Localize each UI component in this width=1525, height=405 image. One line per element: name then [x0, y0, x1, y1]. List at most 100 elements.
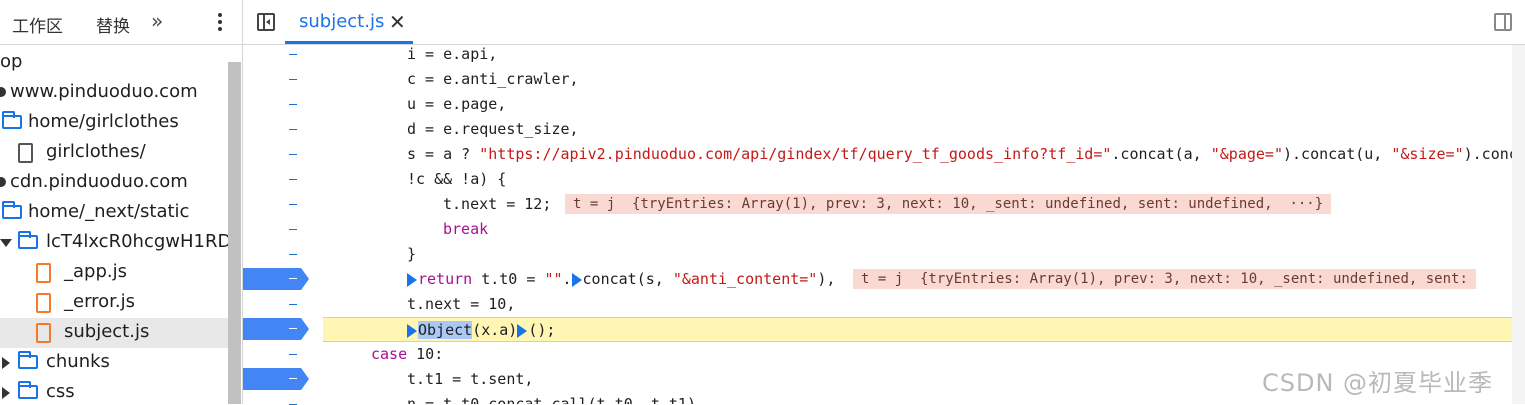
code-line[interactable]: t.next = 12; t = j {tryEntries: Array(1),…	[323, 192, 1512, 217]
inline-breakpoint-icon[interactable]	[407, 272, 417, 287]
code-token: ).conc	[1463, 145, 1512, 163]
tree-item-label: _app.js	[64, 261, 127, 282]
chevron-right-icon[interactable]	[2, 357, 10, 369]
code-editor[interactable]: i = e.api, c = e.anti_crawler,u = e.page,…	[323, 45, 1512, 404]
breakpoint-marker[interactable]	[243, 368, 309, 390]
line-dash-marker[interactable]	[289, 104, 297, 105]
code-text: t.t1 = t.sent,	[407, 370, 533, 388]
navigator-scrollbar[interactable]	[228, 62, 241, 404]
more-tabs-icon[interactable]: »	[151, 9, 163, 33]
code-token: d = e.request_size,	[407, 120, 579, 138]
line-dash-marker[interactable]	[289, 54, 297, 55]
tree-item-folder-collapsed[interactable]: css	[0, 378, 228, 404]
cloud-icon	[0, 87, 6, 97]
code-line[interactable]: t.next = 10,	[323, 292, 1512, 317]
navigator-panel: 工作区 替换 » op www.pinduoduo.com home/girlc…	[0, 0, 243, 404]
code-token: "&size="	[1391, 145, 1464, 163]
line-dash-marker[interactable]	[289, 354, 297, 355]
line-dash-marker[interactable]	[289, 179, 297, 180]
code-token: u = e.page,	[407, 95, 507, 113]
tree-item-folder-open[interactable]: lcT4lxcR0hcgwH1RDz	[0, 228, 228, 258]
code-line[interactable]: s = a ? "https://apiv2.pinduoduo.com/api…	[323, 142, 1512, 167]
code-text: t.next = 10,	[407, 295, 515, 313]
inline-breakpoint-icon[interactable]	[407, 323, 417, 338]
code-token: t.t0 =	[472, 270, 545, 288]
chevron-down-icon[interactable]	[0, 239, 12, 247]
folder-icon	[18, 351, 38, 369]
tree-item-label: css	[46, 381, 75, 402]
tree-item-js-selected[interactable]: subject.js	[0, 318, 228, 348]
code-line[interactable]: u = e.page,	[323, 92, 1512, 117]
folder-icon	[2, 201, 22, 219]
code-line-paused[interactable]: Object(x.a) ();	[323, 317, 1512, 342]
line-dash-marker[interactable]	[289, 254, 297, 255]
js-file-icon	[36, 293, 51, 313]
code-line[interactable]: c = e.anti_crawler,	[323, 67, 1512, 92]
breakpoint-marker[interactable]	[243, 318, 309, 340]
tab-label: subject.js	[299, 11, 385, 32]
file-icon	[18, 143, 33, 163]
line-dash-marker[interactable]	[289, 204, 297, 205]
tree-item-folder[interactable]: home/_next/static	[0, 198, 228, 228]
code-token: concat(s,	[582, 270, 673, 288]
tree-item-folder[interactable]: home/girlclothes	[0, 108, 228, 138]
tab-subject-js[interactable]: subject.js ✕	[285, 0, 413, 44]
inline-breakpoint-icon[interactable]	[517, 323, 528, 338]
tree-item-domain[interactable]: www.pinduoduo.com	[0, 78, 228, 108]
code-token: break	[443, 220, 489, 238]
code-token: c = e.anti_crawler,	[407, 70, 579, 88]
tab-overrides[interactable]: 替换	[96, 12, 130, 37]
code-text: s = a ? "https://apiv2.pinduoduo.com/api…	[407, 145, 1512, 163]
tab-workspace[interactable]: 工作区	[12, 12, 63, 37]
code-text: d = e.request_size,	[407, 120, 579, 138]
code-text: !c && !a) {	[407, 170, 506, 188]
code-token: ""	[544, 270, 563, 288]
code-line[interactable]: return t.t0 = "". concat(s, "&anti_conten…	[323, 267, 1512, 292]
tree-item-js[interactable]: _error.js	[0, 288, 228, 318]
code-line[interactable]: !c && !a) {	[323, 167, 1512, 192]
code-token: "&page="	[1210, 145, 1283, 163]
code-token: "&anti_content="	[672, 270, 818, 288]
inline-value-preview[interactable]: t = j {tryEntries: Array(1), prev: 3, ne…	[853, 269, 1476, 289]
code-token: s = a ?	[407, 145, 480, 163]
code-token: }	[407, 245, 417, 263]
tree-item-label: lcT4lxcR0hcgwH1RDz	[46, 231, 228, 252]
toggle-navigator-icon[interactable]	[257, 13, 275, 31]
inline-breakpoint-icon[interactable]	[571, 272, 582, 287]
chevron-right-icon[interactable]	[2, 387, 10, 399]
code-token: (x.a)	[472, 321, 518, 339]
line-dash-marker[interactable]	[289, 129, 297, 130]
line-dash-marker[interactable]	[289, 229, 297, 230]
line-dash-marker[interactable]	[289, 154, 297, 155]
tree-item-label: chunks	[46, 351, 110, 372]
code-text: i = e.api,	[407, 45, 497, 63]
code-line[interactable]: d = e.request_size,	[323, 117, 1512, 142]
code-line[interactable]: }	[323, 242, 1512, 267]
code-text: t.next = 12;	[443, 195, 551, 213]
toggle-debugger-icon[interactable]	[1494, 13, 1512, 31]
code-line[interactable]: i = e.api,	[323, 45, 1512, 67]
tree-item-js[interactable]: _app.js	[0, 258, 228, 288]
tree-item-label: op	[0, 51, 23, 72]
navigator-tabs: 工作区 替换 »	[0, 0, 242, 45]
tree-item-label: girlclothes/	[46, 141, 146, 162]
tree-item-domain[interactable]: cdn.pinduoduo.com	[0, 168, 228, 198]
line-dash-marker[interactable]	[289, 304, 297, 305]
breakpoint-marker[interactable]	[243, 268, 309, 290]
tree-item-label: home/_next/static	[28, 201, 190, 222]
line-dash-marker[interactable]	[289, 79, 297, 80]
cloud-icon	[0, 177, 6, 187]
tree-item-file[interactable]: girlclothes/	[0, 138, 228, 168]
code-text: n = t.t0.concat.call(t.t0, t.t1)	[407, 395, 696, 404]
code-text: return t.t0 = "". concat(s, "&anti_conten…	[407, 270, 835, 288]
line-gutter[interactable]	[243, 45, 323, 405]
code-line[interactable]: break	[323, 217, 1512, 242]
more-options-icon[interactable]	[210, 10, 230, 34]
code-token: "https://apiv2.pinduoduo.com/api/gindex/…	[479, 145, 1112, 163]
code-text: case 10:	[371, 345, 443, 363]
inline-value-preview[interactable]: t = j {tryEntries: Array(1), prev: 3, ne…	[565, 194, 1332, 214]
editor-scrollbar[interactable]	[1512, 45, 1525, 404]
tree-item-folder-collapsed[interactable]: chunks	[0, 348, 228, 378]
tree-item-top[interactable]: op	[0, 48, 228, 78]
close-icon[interactable]: ✕	[389, 10, 406, 34]
